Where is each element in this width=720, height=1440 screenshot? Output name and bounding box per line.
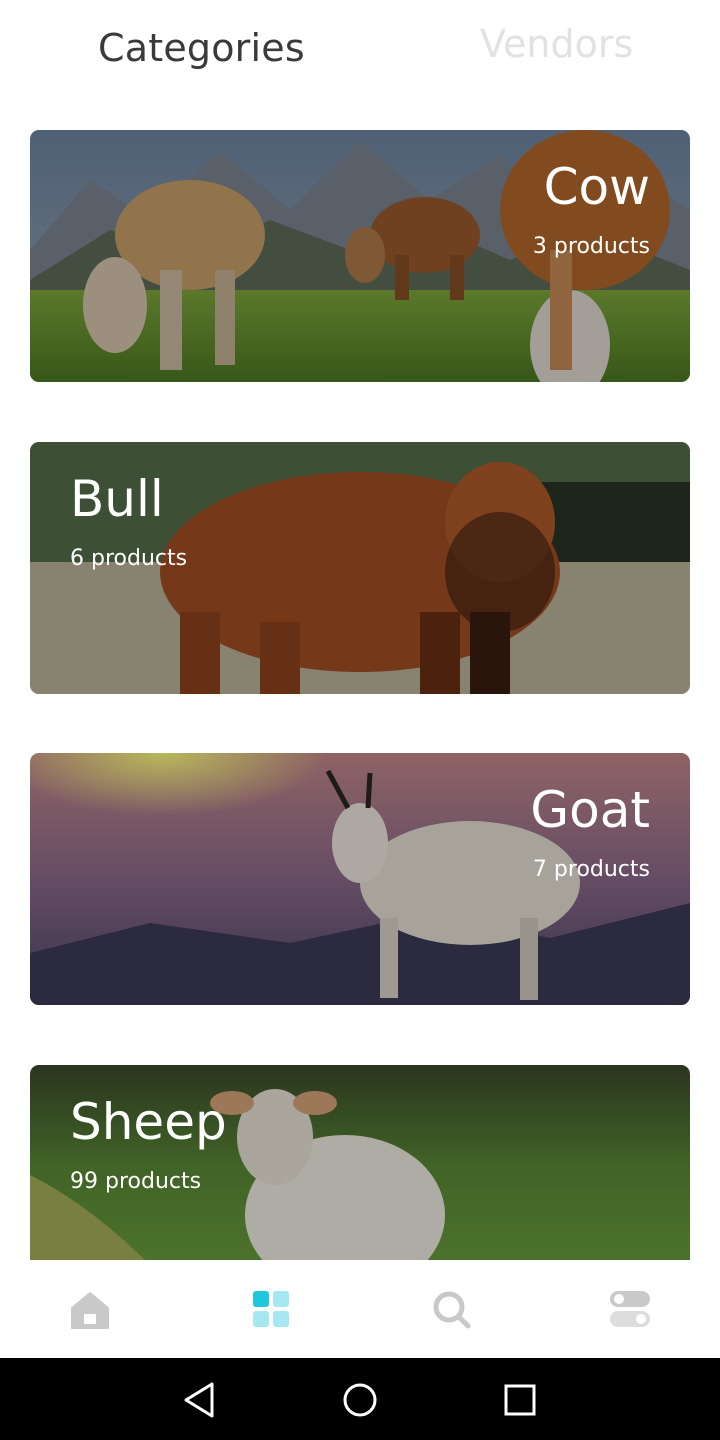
tab-categories[interactable]: Categories <box>98 26 305 70</box>
settings-toggle-icon <box>610 1291 650 1327</box>
system-back-button[interactable] <box>178 1378 222 1422</box>
search-icon <box>433 1291 471 1329</box>
bottom-navigation <box>0 1260 720 1358</box>
system-recents-button[interactable] <box>498 1378 542 1422</box>
home-icon <box>71 1292 109 1329</box>
nav-categories[interactable] <box>250 1288 294 1332</box>
category-card-sheep[interactable]: Sheep 99 products <box>30 1065 690 1260</box>
categories-grid-icon <box>253 1291 289 1327</box>
system-home-button[interactable] <box>338 1378 382 1422</box>
category-vendor-tabs: Categories Vendors <box>0 0 720 110</box>
system-navigation-bar <box>0 1358 720 1440</box>
category-title: Goat <box>530 781 650 839</box>
tab-vendors[interactable]: Vendors <box>480 22 633 66</box>
back-icon <box>184 1382 214 1418</box>
product-count: 99 products <box>70 1169 202 1194</box>
nav-search[interactable] <box>430 1288 474 1332</box>
category-list[interactable]: Cow 3 products Bull 6 products Goat 7 pr… <box>30 130 690 1260</box>
category-card-bull[interactable]: Bull 6 products <box>30 442 690 694</box>
category-title: Sheep <box>70 1093 227 1151</box>
product-count: 3 products <box>532 234 650 259</box>
category-card-cow[interactable]: Cow 3 products <box>30 130 690 382</box>
category-card-goat[interactable]: Goat 7 products <box>30 753 690 1005</box>
nav-settings[interactable] <box>608 1288 652 1332</box>
product-count: 7 products <box>532 857 650 882</box>
nav-home[interactable] <box>68 1288 112 1332</box>
product-count: 6 products <box>70 546 188 571</box>
home-circle-icon <box>343 1383 377 1417</box>
category-title: Bull <box>70 470 164 528</box>
category-title: Cow <box>543 158 650 216</box>
recents-square-icon <box>504 1384 536 1416</box>
